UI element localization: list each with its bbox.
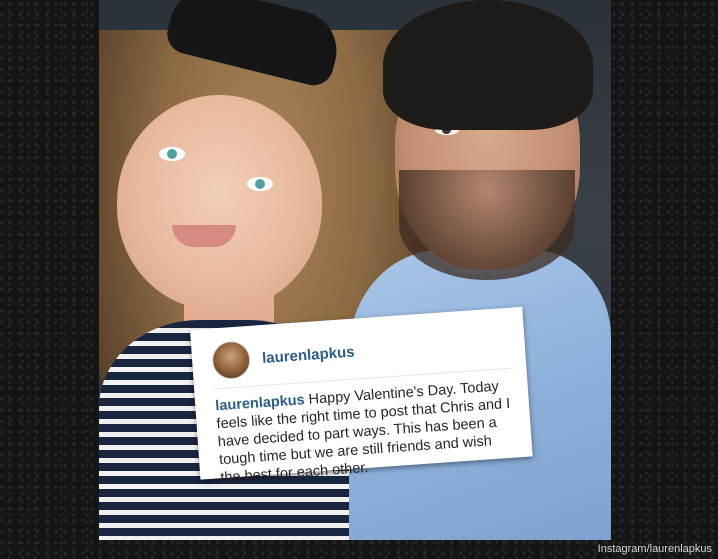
photo-credit: Instagram/laurenlapkus [597, 543, 712, 555]
woman-right-eye [247, 177, 273, 191]
woman-left-eye [159, 147, 185, 161]
instagram-post-card: laurenlapkus laurenlapkus Happy Valentin… [190, 306, 533, 486]
man-hair [383, 0, 593, 130]
avatar[interactable] [210, 339, 252, 381]
woman-face [117, 95, 322, 310]
header-username[interactable]: laurenlapkus [262, 343, 356, 366]
woman-smile [172, 225, 236, 247]
man-beard [399, 170, 575, 280]
